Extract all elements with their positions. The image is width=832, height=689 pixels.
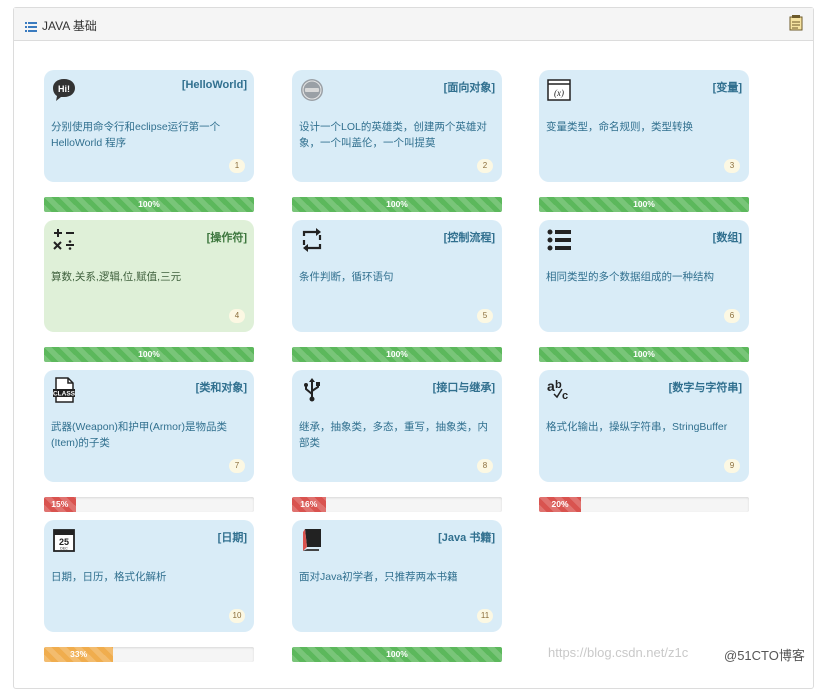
card-description: 设计一个LOL的英雄类，创建两个英雄对象，一个叫盖伦，一个叫提莫 xyxy=(299,121,487,149)
card-title[interactable]: [数字与字符串] xyxy=(669,379,742,395)
progress-bar: 33% xyxy=(44,647,114,662)
progress-bar: 100% xyxy=(539,197,749,212)
card-number-badge: 11 xyxy=(477,609,493,623)
watermark-brand: @51CTO博客 xyxy=(724,648,805,663)
notepad-icon[interactable] xyxy=(789,15,803,31)
book-icon xyxy=(299,527,325,553)
progress-bar: 100% xyxy=(292,647,502,662)
card-title[interactable]: [日期] xyxy=(218,529,247,545)
calendar-icon: 25 DEC xyxy=(51,527,77,553)
card-title[interactable]: [操作符] xyxy=(207,229,247,245)
class-file-icon: CLASS xyxy=(51,377,77,403)
progress-track: 100% xyxy=(292,647,502,662)
math-operators-icon xyxy=(51,227,77,253)
watermark-url: https://blog.csdn.net/z1c xyxy=(548,645,689,660)
progress-track: 20% xyxy=(539,497,749,512)
svg-text:b: b xyxy=(555,379,562,391)
card-title[interactable]: [变量] xyxy=(713,79,742,95)
course-card[interactable]: [控制流程] 条件判断，循环语句 5 xyxy=(292,220,502,332)
course-card[interactable]: [Java 书籍] 面对Java初学者，只推荐两本书籍 11 xyxy=(292,520,502,632)
progress-track: 100% xyxy=(44,347,254,362)
course-card[interactable]: a b c [数字与字符串] 格式化输出，操纵字符串，StringBuffer 9 xyxy=(539,370,749,482)
progress-bar: 20% xyxy=(539,497,581,512)
card-title[interactable]: [控制流程] xyxy=(444,229,495,245)
svg-text:DEC: DEC xyxy=(60,547,68,551)
svg-text:c: c xyxy=(562,390,568,402)
card-number-badge: 9 xyxy=(724,459,740,473)
course-card[interactable]: [面向对象] 设计一个LOL的英雄类，创建两个英雄对象，一个叫盖伦，一个叫提莫 2 xyxy=(292,70,502,182)
list-icon xyxy=(25,21,37,32)
progress-track: 100% xyxy=(292,347,502,362)
card-number-badge: 10 xyxy=(229,609,245,623)
card-title[interactable]: [数组] xyxy=(713,229,742,245)
progress-track: 100% xyxy=(292,197,502,212)
card-number-badge: 8 xyxy=(477,459,493,473)
card-description: 相同类型的多个数据组成的一种结构 xyxy=(546,271,714,283)
lol-logo-icon xyxy=(299,77,325,103)
progress-bar: 100% xyxy=(44,347,254,362)
progress-track: 15% xyxy=(44,497,254,512)
card-number-badge: 3 xyxy=(724,159,740,173)
progress-bar: 100% xyxy=(292,347,502,362)
card-description: 分别使用命令行和eclipse运行第一个HelloWorld 程序 xyxy=(51,121,221,149)
panel-title-wrap: JAVA 基础 xyxy=(25,17,97,34)
card-number-badge: 5 xyxy=(477,309,493,323)
panel-title: JAVA 基础 xyxy=(42,19,97,33)
svg-text:a: a xyxy=(547,378,555,394)
progress-bar: 100% xyxy=(44,197,254,212)
svg-text:CLASS: CLASS xyxy=(53,391,76,398)
card-description: 条件判断，循环语句 xyxy=(299,271,394,283)
progress-bar: 16% xyxy=(292,497,326,512)
card-title[interactable]: [类和对象] xyxy=(196,379,247,395)
usb-icon xyxy=(299,377,325,403)
progress-bar: 15% xyxy=(44,497,76,512)
card-description: 武器(Weapon)和护甲(Armor)是物品类(Item)的子类 xyxy=(51,421,227,449)
progress-track: 100% xyxy=(44,197,254,212)
card-number-badge: 6 xyxy=(724,309,740,323)
progress-bar: 100% xyxy=(539,347,749,362)
card-description: 日期，日历，格式化解析 xyxy=(51,571,167,583)
card-description: 算数,关系,逻辑,位,赋值,三元 xyxy=(51,271,182,283)
svg-text:25: 25 xyxy=(59,537,69,547)
course-card[interactable]: [接口与继承] 继承，抽象类，多态，重写，抽象类，内部类 8 xyxy=(292,370,502,482)
card-title[interactable]: [Java 书籍] xyxy=(438,529,495,545)
card-description: 变量类型，命名规则，类型转换 xyxy=(546,121,693,133)
spellcheck-abc-icon: abc xyxy=(546,377,572,403)
course-card[interactable]: [操作符] 算数,关系,逻辑,位,赋值,三元 4 xyxy=(44,220,254,332)
card-description: 面对Java初学者，只推荐两本书籍 xyxy=(299,571,458,583)
card-description: 格式化输出，操纵字符串，StringBuffer xyxy=(546,421,728,433)
svg-text:Hi!: Hi! xyxy=(58,84,70,94)
svg-text:(x): (x) xyxy=(554,88,564,98)
panel-header: JAVA 基础 xyxy=(14,8,813,41)
course-card[interactable]: Hi! [HelloWorld] 分别使用命令行和eclipse运行第一个Hello… xyxy=(44,70,254,182)
card-title[interactable]: [面向对象] xyxy=(444,79,495,95)
progress-track: 33% xyxy=(44,647,254,662)
progress-track: 16% xyxy=(292,497,502,512)
progress-track: 100% xyxy=(539,347,749,362)
variable-window-icon: (x) xyxy=(546,77,572,103)
card-number-badge: 7 xyxy=(229,459,245,473)
progress-bar: 100% xyxy=(292,197,502,212)
card-title[interactable]: [HelloWorld] xyxy=(182,79,247,91)
course-card[interactable]: (x) [变量] 变量类型，命名规则，类型转换 3 xyxy=(539,70,749,182)
course-card[interactable]: 25 DEC [日期] 日期，日历，格式化解析 10 xyxy=(44,520,254,632)
loop-arrows-icon xyxy=(299,227,325,253)
course-card[interactable]: CLASS [类和对象] 武器(Weapon)和护甲(Armor)是物品类(Item… xyxy=(44,370,254,482)
card-number-badge: 1 xyxy=(229,159,245,173)
card-number-badge: 2 xyxy=(477,159,493,173)
progress-track: 100% xyxy=(539,197,749,212)
course-card[interactable]: [数组] 相同类型的多个数据组成的一种结构 6 xyxy=(539,220,749,332)
hi-speech-bubble-icon: Hi! xyxy=(51,77,77,103)
card-number-badge: 4 xyxy=(229,309,245,323)
list-bullets-icon xyxy=(546,227,572,253)
card-description: 继承，抽象类，多态，重写，抽象类，内部类 xyxy=(299,421,488,449)
card-title[interactable]: [接口与继承] xyxy=(433,379,495,395)
